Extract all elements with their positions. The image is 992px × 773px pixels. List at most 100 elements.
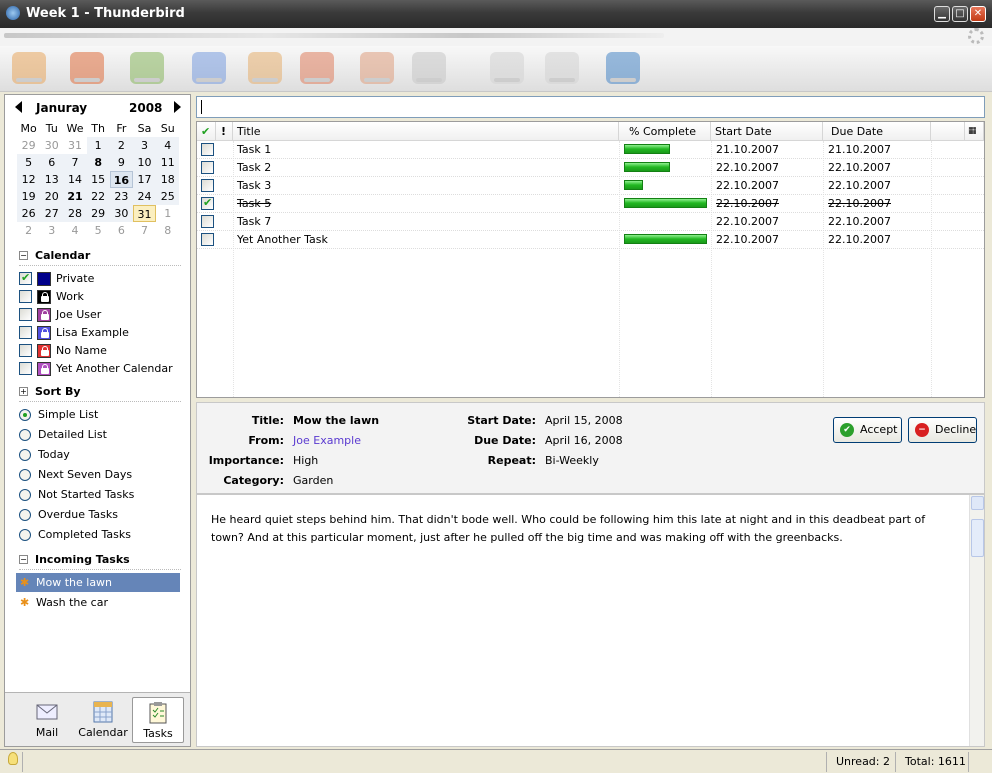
- toolbar-icon-3[interactable]: [130, 52, 164, 84]
- task-complete-checkbox[interactable]: [201, 196, 214, 210]
- radio-button[interactable]: [19, 509, 31, 521]
- day-cell[interactable]: 3: [132, 137, 157, 154]
- toolbar-icon-10[interactable]: [545, 52, 579, 84]
- day-cell[interactable]: 5: [87, 222, 110, 239]
- day-cell[interactable]: 14: [63, 171, 87, 188]
- day-cell[interactable]: 26: [17, 205, 41, 222]
- day-cell[interactable]: 1: [86, 137, 110, 154]
- day-cell[interactable]: 17: [132, 171, 157, 188]
- day-cell[interactable]: 4: [63, 222, 86, 239]
- day-cell[interactable]: 29: [86, 205, 110, 222]
- task-tree[interactable]: ✔ ! Title % Complete Start Date Due Date…: [196, 121, 985, 398]
- task-row[interactable]: Task 1 21.10.2007 21.10.2007: [197, 141, 984, 159]
- day-cell[interactable]: 30: [40, 137, 63, 154]
- day-cell[interactable]: 6: [40, 154, 64, 171]
- radio-button[interactable]: [19, 429, 31, 441]
- task-row[interactable]: Task 5 22.10.2007 22.10.2007: [197, 195, 984, 213]
- toolbar-icon-9[interactable]: [490, 52, 524, 84]
- day-cell[interactable]: 11: [156, 154, 180, 171]
- get-mail-icon[interactable]: [12, 52, 46, 84]
- sort-option-next-seven-days[interactable]: Next Seven Days: [19, 467, 189, 483]
- task-complete-checkbox[interactable]: [201, 179, 214, 192]
- sort-option-today[interactable]: Today: [19, 447, 189, 463]
- day-cell[interactable]: 15: [86, 171, 110, 188]
- day-cell[interactable]: 8: [156, 222, 179, 239]
- day-cell[interactable]: 27: [40, 205, 64, 222]
- menu-bar[interactable]: [0, 28, 992, 46]
- radio-button[interactable]: [19, 529, 31, 541]
- day-cell[interactable]: 12: [17, 171, 41, 188]
- column-picker-icon[interactable]: ▦: [965, 122, 984, 141]
- collapse-icon[interactable]: −: [19, 251, 28, 260]
- radio-button[interactable]: [19, 469, 31, 481]
- day-cell[interactable]: 9: [109, 154, 133, 171]
- vertical-scrollbar[interactable]: [969, 495, 984, 746]
- calendar-checkbox[interactable]: [19, 308, 32, 321]
- calendar-item-yet-another[interactable]: Yet Another Calendar: [19, 361, 189, 377]
- day-cell[interactable]: 19: [17, 188, 41, 205]
- day-cell[interactable]: 23: [109, 188, 133, 205]
- next-month-icon[interactable]: [174, 101, 181, 113]
- today-cell[interactable]: 16: [109, 171, 133, 188]
- day-cell[interactable]: 8: [86, 154, 110, 171]
- maximize-button[interactable]: □: [952, 6, 968, 22]
- percent-column-header[interactable]: % Complete: [619, 122, 711, 141]
- mail-mode-button[interactable]: Mail: [21, 697, 73, 743]
- close-button[interactable]: ✕: [970, 6, 986, 22]
- calendar-item-private[interactable]: Private: [19, 271, 189, 287]
- task-description-pane[interactable]: He heard quiet steps behind him. That di…: [196, 494, 985, 747]
- day-cell[interactable]: 31: [63, 137, 86, 154]
- task-row[interactable]: Yet Another Task 22.10.2007 22.10.2007: [197, 231, 984, 249]
- calendar-item-work[interactable]: Work: [19, 289, 189, 305]
- toolbar-icon-11[interactable]: [606, 52, 640, 84]
- due-date-column-header[interactable]: Due Date: [823, 122, 931, 141]
- day-cell[interactable]: 7: [63, 154, 87, 171]
- sort-option-simple-list[interactable]: Simple List: [19, 407, 189, 423]
- toolbar-icon-5[interactable]: [248, 52, 282, 84]
- day-cell[interactable]: 10: [132, 154, 157, 171]
- task-row[interactable]: Task 7 22.10.2007 22.10.2007: [197, 213, 984, 231]
- calendar-section-header[interactable]: − Calendar: [19, 249, 90, 262]
- start-date-column-header[interactable]: Start Date: [711, 122, 823, 141]
- selected-day-cell[interactable]: 31: [132, 205, 157, 222]
- radio-button[interactable]: [19, 489, 31, 501]
- calendar-mode-button[interactable]: Calendar: [77, 697, 129, 743]
- completed-column-icon[interactable]: ✔: [197, 122, 216, 141]
- scroll-thumb[interactable]: [971, 519, 984, 557]
- new-task-icon[interactable]: [70, 52, 104, 84]
- day-cell[interactable]: 25: [156, 188, 180, 205]
- incoming-task-item[interactable]: ✱ Wash the car: [16, 593, 180, 612]
- priority-column-icon[interactable]: !: [216, 122, 233, 141]
- task-complete-checkbox[interactable]: [201, 233, 214, 246]
- expand-icon[interactable]: +: [19, 387, 28, 396]
- toolbar-icon-4[interactable]: [192, 52, 226, 84]
- calendar-item-no-name[interactable]: No Name: [19, 343, 189, 359]
- day-cell[interactable]: 29: [17, 137, 40, 154]
- radio-button[interactable]: [19, 409, 31, 421]
- day-cell[interactable]: 7: [133, 222, 156, 239]
- sort-option-overdue[interactable]: Overdue Tasks: [19, 507, 189, 523]
- day-cell[interactable]: 1: [156, 205, 179, 222]
- day-cell[interactable]: 2: [17, 222, 40, 239]
- calendar-checkbox[interactable]: [19, 326, 32, 339]
- calendar-checkbox[interactable]: [19, 271, 32, 285]
- day-cell[interactable]: 21: [63, 188, 87, 205]
- day-cell[interactable]: 24: [132, 188, 157, 205]
- task-filter-input[interactable]: [196, 96, 985, 118]
- previous-month-icon[interactable]: [15, 101, 22, 113]
- day-cell[interactable]: 3: [40, 222, 63, 239]
- task-complete-checkbox[interactable]: [201, 161, 214, 174]
- task-complete-checkbox[interactable]: [201, 143, 214, 156]
- calendar-item-joe-user[interactable]: Joe User: [19, 307, 189, 323]
- accept-button[interactable]: ✔ Accept: [833, 417, 902, 443]
- incoming-section-header[interactable]: − Incoming Tasks: [19, 553, 130, 566]
- radio-button[interactable]: [19, 449, 31, 461]
- toolbar-icon-6[interactable]: [300, 52, 334, 84]
- calendar-checkbox[interactable]: [19, 362, 32, 375]
- day-cell[interactable]: 2: [109, 137, 133, 154]
- toolbar-icon-8[interactable]: [412, 52, 446, 84]
- sort-option-not-started[interactable]: Not Started Tasks: [19, 487, 189, 503]
- calendar-item-lisa-example[interactable]: Lisa Example: [19, 325, 189, 341]
- toolbar-icon-7[interactable]: [360, 52, 394, 84]
- day-cell[interactable]: 5: [17, 154, 41, 171]
